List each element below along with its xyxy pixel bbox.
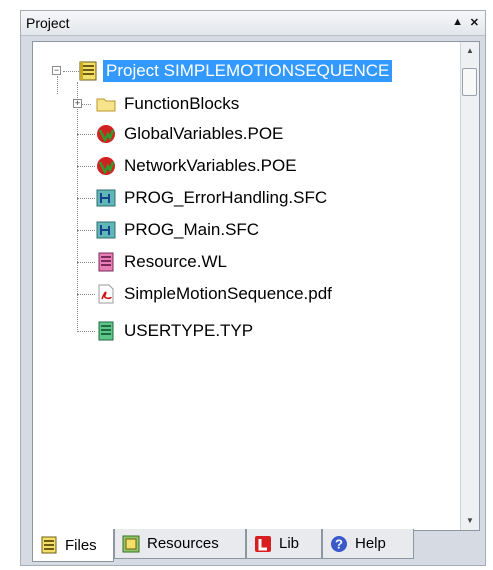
project-book-icon [77,60,99,82]
scroll-down-arrow-icon[interactable]: ▼ [461,512,479,530]
files-icon [39,535,59,555]
tab-help[interactable]: ? Help [322,529,414,559]
tree-view: − Project SIMPLEMOTIONSEQUENCE + Functio… [33,42,461,530]
panel-title: Project [26,15,70,31]
tab-lib[interactable]: Lib [246,529,322,559]
tab-label: Lib [279,535,300,552]
help-icon: ? [329,534,349,554]
resources-icon [121,534,141,554]
sfc-program-icon [95,187,117,209]
functionblocks-expand-toggle[interactable]: + [73,99,82,108]
tab-files[interactable]: Files [32,529,114,562]
project-panel: Project ▲ ✕ − Project SIMPLEMOTIONSEQUEN… [20,10,486,566]
tab-label: Help [355,535,386,552]
tab-label: Resources [147,535,219,552]
tree-item-resource-wl[interactable]: Resource.WL [95,249,230,275]
scroll-thumb[interactable] [462,68,477,96]
tree-item-globalvariables[interactable]: GlobalVariables.POE [95,121,286,147]
tree-item-label: USERTYPE.TYP [124,321,254,340]
tree-item-prog-errorhandling[interactable]: PROG_ErrorHandling.SFC [95,185,330,211]
project-tree: − Project SIMPLEMOTIONSEQUENCE + Functio… [32,41,480,531]
tree-item-pdf[interactable]: SimpleMotionSequence.pdf [95,281,335,307]
tree-item-label: PROG_Main.SFC [124,220,260,239]
panel-titlebar: Project ▲ ✕ [21,11,485,36]
close-button[interactable]: ✕ [470,16,479,29]
panel-tabs: Files Resources Lib ? Help [32,529,480,563]
pin-button[interactable]: ▲ [452,16,463,28]
resource-list-icon [95,251,117,273]
poe-variables-icon [95,155,117,177]
tree-item-label: SimpleMotionSequence.pdf [124,284,332,303]
root-collapse-toggle[interactable]: − [52,66,61,75]
svg-text:?: ? [335,536,343,551]
tree-item-usertype[interactable]: USERTYPE.TYP [95,318,256,344]
tree-root-project[interactable]: Project SIMPLEMOTIONSEQUENCE [77,58,393,84]
lib-icon [253,534,273,554]
tree-item-label: NetworkVariables.POE [124,156,297,175]
sfc-program-icon [95,219,117,241]
tree-item-networkvariables[interactable]: NetworkVariables.POE [95,153,300,179]
tab-resources[interactable]: Resources [114,529,246,559]
pdf-icon [95,283,117,305]
scroll-up-arrow-icon[interactable]: ▲ [461,42,479,60]
tab-label: Files [65,536,97,554]
tree-item-label: Resource.WL [124,252,227,271]
tree-item-label: FunctionBlocks [124,94,240,113]
tree-item-label: PROG_ErrorHandling.SFC [124,188,328,207]
vertical-scrollbar[interactable]: ▲ ▼ [460,42,479,530]
tree-root-label: Project SIMPLEMOTIONSEQUENCE [103,60,393,82]
poe-variables-icon [95,123,117,145]
usertype-icon [95,320,117,342]
tree-item-functionblocks[interactable]: FunctionBlocks [95,91,242,117]
folder-icon [95,93,117,115]
tree-item-label: GlobalVariables.POE [124,124,284,143]
tree-item-prog-main[interactable]: PROG_Main.SFC [95,217,262,243]
